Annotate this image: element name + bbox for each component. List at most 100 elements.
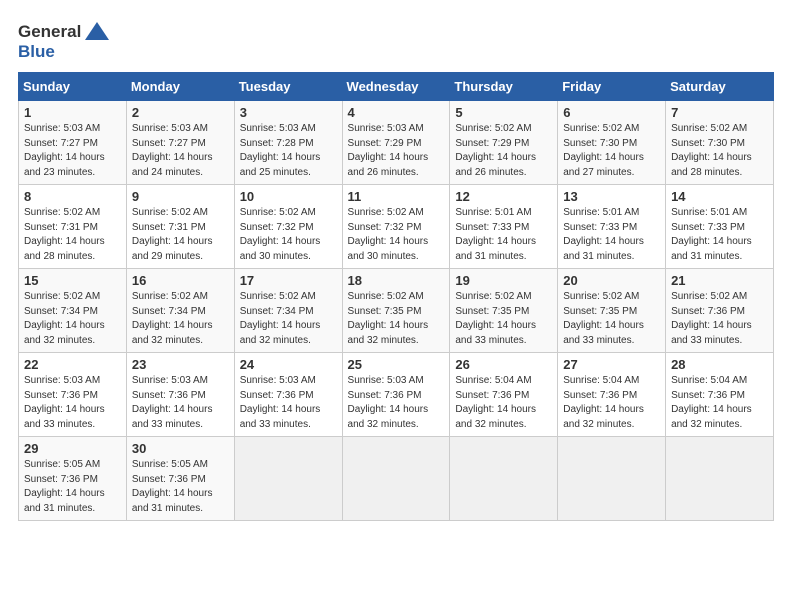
day-info: Sunrise: 5:05 AMSunset: 7:36 PMDaylight:… <box>132 459 213 514</box>
day-info: Sunrise: 5:04 AMSunset: 7:36 PMDaylight:… <box>563 375 644 430</box>
day-info: Sunrise: 5:01 AMSunset: 7:33 PMDaylight:… <box>671 207 752 262</box>
day-info: Sunrise: 5:02 AMSunset: 7:34 PMDaylight:… <box>132 291 213 346</box>
day-number: 25 <box>348 357 445 372</box>
day-number: 11 <box>348 189 445 204</box>
day-info: Sunrise: 5:02 AMSunset: 7:31 PMDaylight:… <box>24 207 105 262</box>
col-sunday: Sunday <box>19 73 127 101</box>
day-number: 13 <box>563 189 660 204</box>
table-row: 18 Sunrise: 5:02 AMSunset: 7:35 PMDaylig… <box>342 269 450 353</box>
day-number: 7 <box>671 105 768 120</box>
day-number: 27 <box>563 357 660 372</box>
calendar-week-row: 1 Sunrise: 5:03 AMSunset: 7:27 PMDayligh… <box>19 101 774 185</box>
day-number: 22 <box>24 357 121 372</box>
day-info: Sunrise: 5:02 AMSunset: 7:35 PMDaylight:… <box>455 291 536 346</box>
day-info: Sunrise: 5:03 AMSunset: 7:27 PMDaylight:… <box>24 123 105 178</box>
day-number: 6 <box>563 105 660 120</box>
day-number: 29 <box>24 441 121 456</box>
col-wednesday: Wednesday <box>342 73 450 101</box>
day-info: Sunrise: 5:02 AMSunset: 7:32 PMDaylight:… <box>240 207 321 262</box>
day-info: Sunrise: 5:02 AMSunset: 7:35 PMDaylight:… <box>563 291 644 346</box>
day-number: 12 <box>455 189 552 204</box>
calendar-week-row: 29 Sunrise: 5:05 AMSunset: 7:36 PMDaylig… <box>19 437 774 521</box>
day-number: 14 <box>671 189 768 204</box>
table-row: 20 Sunrise: 5:02 AMSunset: 7:35 PMDaylig… <box>558 269 666 353</box>
table-row: 10 Sunrise: 5:02 AMSunset: 7:32 PMDaylig… <box>234 185 342 269</box>
table-row: 21 Sunrise: 5:02 AMSunset: 7:36 PMDaylig… <box>666 269 774 353</box>
col-monday: Monday <box>126 73 234 101</box>
day-info: Sunrise: 5:03 AMSunset: 7:29 PMDaylight:… <box>348 123 429 178</box>
day-number: 10 <box>240 189 337 204</box>
table-row: 27 Sunrise: 5:04 AMSunset: 7:36 PMDaylig… <box>558 353 666 437</box>
day-info: Sunrise: 5:02 AMSunset: 7:30 PMDaylight:… <box>671 123 752 178</box>
table-row: 7 Sunrise: 5:02 AMSunset: 7:30 PMDayligh… <box>666 101 774 185</box>
table-row: 2 Sunrise: 5:03 AMSunset: 7:27 PMDayligh… <box>126 101 234 185</box>
table-row: 6 Sunrise: 5:02 AMSunset: 7:30 PMDayligh… <box>558 101 666 185</box>
day-number: 17 <box>240 273 337 288</box>
day-info: Sunrise: 5:01 AMSunset: 7:33 PMDaylight:… <box>563 207 644 262</box>
logo: General Blue <box>18 18 111 62</box>
table-row: 4 Sunrise: 5:03 AMSunset: 7:29 PMDayligh… <box>342 101 450 185</box>
table-row: 23 Sunrise: 5:03 AMSunset: 7:36 PMDaylig… <box>126 353 234 437</box>
logo-general-text: General <box>18 22 81 42</box>
day-info: Sunrise: 5:03 AMSunset: 7:36 PMDaylight:… <box>24 375 105 430</box>
day-number: 2 <box>132 105 229 120</box>
table-row: 8 Sunrise: 5:02 AMSunset: 7:31 PMDayligh… <box>19 185 127 269</box>
day-info: Sunrise: 5:02 AMSunset: 7:35 PMDaylight:… <box>348 291 429 346</box>
table-row <box>342 437 450 521</box>
day-number: 8 <box>24 189 121 204</box>
day-info: Sunrise: 5:03 AMSunset: 7:36 PMDaylight:… <box>132 375 213 430</box>
day-number: 23 <box>132 357 229 372</box>
day-number: 20 <box>563 273 660 288</box>
day-info: Sunrise: 5:03 AMSunset: 7:27 PMDaylight:… <box>132 123 213 178</box>
day-number: 5 <box>455 105 552 120</box>
day-info: Sunrise: 5:02 AMSunset: 7:34 PMDaylight:… <box>24 291 105 346</box>
col-friday: Friday <box>558 73 666 101</box>
calendar-week-row: 8 Sunrise: 5:02 AMSunset: 7:31 PMDayligh… <box>19 185 774 269</box>
table-row <box>558 437 666 521</box>
day-number: 18 <box>348 273 445 288</box>
day-number: 16 <box>132 273 229 288</box>
day-info: Sunrise: 5:04 AMSunset: 7:36 PMDaylight:… <box>671 375 752 430</box>
table-row: 22 Sunrise: 5:03 AMSunset: 7:36 PMDaylig… <box>19 353 127 437</box>
col-tuesday: Tuesday <box>234 73 342 101</box>
table-row: 15 Sunrise: 5:02 AMSunset: 7:34 PMDaylig… <box>19 269 127 353</box>
day-info: Sunrise: 5:02 AMSunset: 7:36 PMDaylight:… <box>671 291 752 346</box>
day-info: Sunrise: 5:02 AMSunset: 7:29 PMDaylight:… <box>455 123 536 178</box>
table-row: 1 Sunrise: 5:03 AMSunset: 7:27 PMDayligh… <box>19 101 127 185</box>
calendar-week-row: 22 Sunrise: 5:03 AMSunset: 7:36 PMDaylig… <box>19 353 774 437</box>
day-number: 9 <box>132 189 229 204</box>
day-info: Sunrise: 5:04 AMSunset: 7:36 PMDaylight:… <box>455 375 536 430</box>
table-row: 14 Sunrise: 5:01 AMSunset: 7:33 PMDaylig… <box>666 185 774 269</box>
day-info: Sunrise: 5:01 AMSunset: 7:33 PMDaylight:… <box>455 207 536 262</box>
calendar-week-row: 15 Sunrise: 5:02 AMSunset: 7:34 PMDaylig… <box>19 269 774 353</box>
table-row: 19 Sunrise: 5:02 AMSunset: 7:35 PMDaylig… <box>450 269 558 353</box>
day-info: Sunrise: 5:03 AMSunset: 7:36 PMDaylight:… <box>348 375 429 430</box>
col-thursday: Thursday <box>450 73 558 101</box>
table-row: 3 Sunrise: 5:03 AMSunset: 7:28 PMDayligh… <box>234 101 342 185</box>
calendar-header-row: Sunday Monday Tuesday Wednesday Thursday… <box>19 73 774 101</box>
table-row: 25 Sunrise: 5:03 AMSunset: 7:36 PMDaylig… <box>342 353 450 437</box>
table-row: 30 Sunrise: 5:05 AMSunset: 7:36 PMDaylig… <box>126 437 234 521</box>
day-number: 4 <box>348 105 445 120</box>
col-saturday: Saturday <box>666 73 774 101</box>
day-number: 26 <box>455 357 552 372</box>
day-number: 19 <box>455 273 552 288</box>
table-row: 17 Sunrise: 5:02 AMSunset: 7:34 PMDaylig… <box>234 269 342 353</box>
day-info: Sunrise: 5:03 AMSunset: 7:36 PMDaylight:… <box>240 375 321 430</box>
day-info: Sunrise: 5:02 AMSunset: 7:34 PMDaylight:… <box>240 291 321 346</box>
day-info: Sunrise: 5:02 AMSunset: 7:31 PMDaylight:… <box>132 207 213 262</box>
table-row: 5 Sunrise: 5:02 AMSunset: 7:29 PMDayligh… <box>450 101 558 185</box>
table-row: 13 Sunrise: 5:01 AMSunset: 7:33 PMDaylig… <box>558 185 666 269</box>
table-row <box>450 437 558 521</box>
day-number: 3 <box>240 105 337 120</box>
page: General Blue Sunday Monday Tuesday Wedne… <box>0 0 792 612</box>
day-info: Sunrise: 5:03 AMSunset: 7:28 PMDaylight:… <box>240 123 321 178</box>
header: General Blue <box>18 18 774 62</box>
calendar-table: Sunday Monday Tuesday Wednesday Thursday… <box>18 72 774 521</box>
day-number: 24 <box>240 357 337 372</box>
day-number: 30 <box>132 441 229 456</box>
table-row: 16 Sunrise: 5:02 AMSunset: 7:34 PMDaylig… <box>126 269 234 353</box>
day-info: Sunrise: 5:02 AMSunset: 7:30 PMDaylight:… <box>563 123 644 178</box>
day-number: 28 <box>671 357 768 372</box>
table-row: 11 Sunrise: 5:02 AMSunset: 7:32 PMDaylig… <box>342 185 450 269</box>
